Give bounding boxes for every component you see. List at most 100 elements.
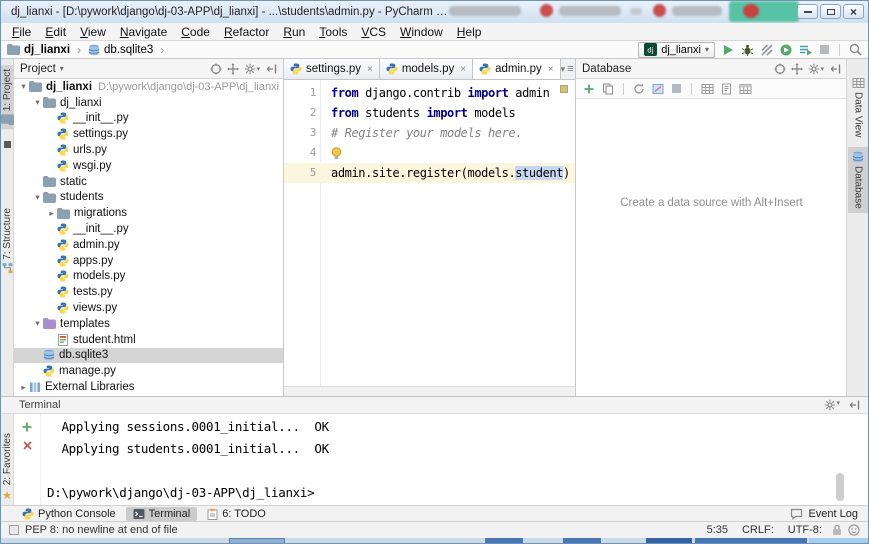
console-button[interactable] [652, 83, 664, 95]
sync-button[interactable] [633, 83, 645, 95]
caret-position-widget[interactable]: 5:35 [703, 524, 732, 536]
dump-button[interactable] [739, 83, 752, 95]
tree-item-models-py[interactable]: models.py [14, 269, 283, 285]
code-line-3[interactable]: 3 # Register your models here. [284, 123, 575, 143]
close-button[interactable]: × [843, 4, 864, 19]
breadcrumb-item-db-sqlite3[interactable]: db.sqlite3 [104, 44, 153, 56]
close-session-button[interactable] [22, 440, 33, 451]
chevron-right-icon[interactable]: ▸ [18, 382, 29, 393]
breadcrumb-item-dj-lianxi[interactable]: dj_lianxi [24, 44, 70, 56]
tree-item-external-libraries[interactable]: ▸ External Libraries [14, 379, 283, 395]
tree-item-students[interactable]: ▾ students [14, 190, 283, 206]
tree-item-init-py[interactable]: __init__.py [14, 111, 283, 127]
menu-help[interactable]: Help [450, 25, 489, 39]
tree-item-db-sqlite3[interactable]: db.sqlite3 [14, 347, 283, 364]
editor-horizontal-scrollbar[interactable] [284, 386, 575, 396]
tree-item-urls-py[interactable]: urls.py [14, 142, 283, 158]
inspection-status-icon[interactable] [560, 85, 568, 93]
tree-item-settings-py[interactable]: settings.py [14, 126, 283, 142]
ddl-button[interactable] [721, 83, 732, 95]
chevron-down-icon[interactable]: ▾ [60, 64, 64, 73]
terminal-scrollbar[interactable] [836, 473, 844, 501]
tree-item-tests-py[interactable]: tests.py [14, 284, 283, 300]
editor-tab-models-py[interactable]: models.py × [379, 59, 474, 79]
tool-window-button-6-todo[interactable]: 6: TODO [200, 507, 273, 521]
locate-button[interactable] [227, 62, 240, 75]
tool-window-tab-1-project[interactable]: 1: Project [1, 65, 14, 130]
event-log-button[interactable]: Event Log [790, 508, 858, 520]
code-line-1[interactable]: 1 from django.contrib import admin [284, 83, 575, 103]
menu-window[interactable]: Window [393, 25, 450, 39]
coverage-button[interactable] [761, 43, 773, 56]
scroll-from-source-button[interactable] [210, 63, 222, 75]
menu-view[interactable]: View [73, 25, 113, 39]
tree-item-wsgi-py[interactable]: wsgi.py [14, 158, 283, 174]
encoding-widget[interactable]: UTF-8: [784, 524, 826, 536]
chevron-down-icon[interactable]: ▾ [18, 81, 29, 92]
menu-file[interactable]: File [5, 25, 38, 39]
tree-item-dj-lianxi[interactable]: ▾ dj_lianxi D:\pywork\django\dj-03-APP\dj_… [14, 79, 283, 95]
code-line-5[interactable]: 5 admin.site.register(models.student) [284, 163, 575, 183]
search-button[interactable] [849, 43, 862, 56]
tree-item-static[interactable]: static [14, 174, 283, 190]
tree-item-student-html[interactable]: student.html [14, 332, 283, 348]
menu-tools[interactable]: Tools [312, 25, 354, 39]
hide-button[interactable] [829, 63, 841, 75]
tool-window-tab-favorites[interactable]: 2: Favorites [2, 433, 13, 485]
hide-button[interactable] [265, 63, 277, 75]
tool-window-tab-data-view[interactable]: Data View [848, 73, 868, 141]
close-tab-icon[interactable]: × [460, 64, 466, 75]
chevron-right-icon[interactable]: ▸ [46, 208, 57, 219]
tool-window-button-python-console[interactable]: Python Console [15, 507, 123, 521]
hide-button[interactable] [848, 399, 860, 411]
menu-refactor[interactable]: Refactor [217, 25, 276, 39]
intention-bulb-icon[interactable] [331, 146, 342, 161]
chevron-down-icon[interactable]: ▾ [32, 318, 43, 329]
menu-code[interactable]: Code [174, 25, 217, 39]
lock-icon[interactable] [832, 524, 842, 536]
menu-run[interactable]: Run [276, 25, 312, 39]
tool-window-tab-database[interactable]: Database [848, 147, 868, 213]
add-session-button[interactable] [21, 421, 33, 433]
stop-button[interactable] [671, 83, 682, 94]
table-button[interactable] [701, 83, 714, 95]
tree-item-templates[interactable]: ▾ templates [14, 316, 283, 332]
tree-item-dj-lianxi[interactable]: ▾ dj_lianxi [14, 95, 283, 111]
code-editor[interactable]: 1 from django.contrib import admin 2 from s… [284, 80, 575, 386]
run-configuration-select[interactable]: dj dj_lianxi ▾ [638, 41, 715, 58]
locate-button[interactable] [791, 62, 804, 75]
tree-item-manage-py[interactable]: manage.py [14, 363, 283, 379]
run-configs-button[interactable] [799, 44, 812, 56]
chevron-down-icon[interactable]: ▾ [32, 97, 43, 108]
editor-tab-admin-py[interactable]: admin.py × [473, 59, 561, 79]
run-button[interactable] [722, 44, 734, 56]
tree-item-admin-py[interactable]: admin.py [14, 237, 283, 253]
copy-button[interactable] [602, 83, 614, 95]
add-button[interactable] [583, 83, 595, 95]
scroll-from-source-button[interactable] [774, 63, 786, 75]
editor-tab-settings-py[interactable]: settings.py × [284, 59, 380, 79]
close-tab-icon[interactable]: × [367, 64, 373, 75]
tree-item-init-py[interactable]: __init__.py [14, 221, 283, 237]
tool-window-button-terminal[interactable]: Terminal [125, 506, 198, 521]
stop-button[interactable] [819, 44, 830, 55]
menu-vcs[interactable]: VCS [354, 25, 393, 39]
tree-item-apps-py[interactable]: apps.py [14, 253, 283, 269]
code-line-4[interactable]: 4 [284, 143, 575, 163]
line-separator-widget[interactable]: CRLF: [738, 524, 778, 536]
menu-navigate[interactable]: Navigate [113, 25, 174, 39]
hector-inspections-icon[interactable] [848, 523, 860, 536]
close-tab-icon[interactable]: × [548, 64, 554, 75]
menu-edit[interactable]: Edit [38, 25, 73, 39]
gear-button[interactable]: ▾ [244, 63, 260, 75]
maximize-button[interactable] [820, 4, 841, 19]
minimize-button[interactable] [797, 4, 818, 19]
profile-button[interactable] [780, 44, 792, 56]
gear-button[interactable]: ▾ [824, 399, 840, 411]
tree-item-migrations[interactable]: ▸ migrations [14, 205, 283, 221]
tree-item-views-py[interactable]: views.py [14, 300, 283, 316]
code-line-2[interactable]: 2 from students import models [284, 103, 575, 123]
gear-button[interactable]: ▾ [808, 63, 824, 75]
debug-button[interactable] [741, 44, 754, 56]
terminal-output[interactable]: Applying sessions.0001_initial... OK App… [47, 416, 329, 504]
